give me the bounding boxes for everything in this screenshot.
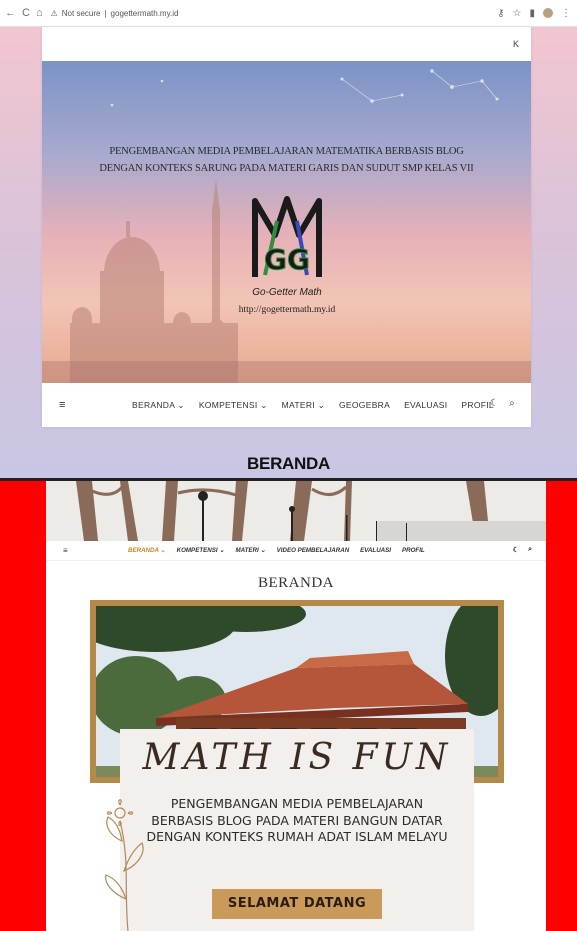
back-icon[interactable]: ← — [5, 7, 16, 19]
star-icon[interactable]: ☆ — [513, 8, 522, 19]
site2-nav-tools: ☾ ⌕ — [513, 546, 532, 554]
sidepanel-icon[interactable]: ▮ — [529, 8, 535, 19]
address-separator: | — [104, 8, 107, 18]
browser-nav: ← C ⌂ — [0, 7, 43, 19]
brand-name: Go-Getter Math — [252, 287, 322, 298]
nav-item-video-pembelajaran[interactable]: VIDEO PEMBELAJARAN — [277, 547, 350, 554]
home-icon[interactable]: ⌂ — [36, 7, 43, 19]
key-icon[interactable]: ⚷ — [497, 8, 504, 19]
site2-navigation: ≡ BERANDA ⌄ KOMPETENSI ⌄ MATERI ⌄ VIDEO … — [46, 541, 546, 561]
welcome-button[interactable]: SELAMAT DATANG — [212, 889, 382, 919]
search-icon[interactable]: ⌕ — [509, 398, 515, 409]
hero-title-line2: DENGAN KONTEKS SARUNG PADA MATERI GARIS … — [99, 163, 474, 174]
hero-title-line1: PENGEMBANGAN MEDIA PEMBELAJARAN MATEMATI… — [109, 146, 464, 157]
nav-item-kompetensi[interactable]: KOMPETENSI ⌄ — [199, 400, 268, 411]
browser-toolbar: ← C ⌂ ⚠ Not secure | gogettermath.my.id … — [0, 0, 577, 27]
main-navigation: ≡ BERANDA ⌄ KOMPETENSI ⌄ MATERI ⌄ GEOGEB… — [42, 383, 531, 427]
forest-header-image — [46, 481, 546, 541]
nav-item-beranda[interactable]: BERANDA ⌄ — [132, 400, 185, 411]
nav-item-profil[interactable]: PROFIL — [402, 547, 425, 554]
browser-actions: ⚷ ☆ ▮ ⋮ — [497, 8, 577, 19]
site-header: K — [42, 27, 531, 61]
avatar[interactable] — [543, 8, 553, 18]
script-title: MATH IS FUN — [142, 737, 452, 778]
nav-items: BERANDA ⌄ KOMPETENSI ⌄ MATERI ⌄ GEOGEBRA… — [132, 400, 494, 411]
warning-icon[interactable]: ⚠ — [51, 9, 58, 18]
dark-mode-icon[interactable]: ☾ — [513, 546, 519, 554]
top-screenshot: ← C ⌂ ⚠ Not secure | gogettermath.my.id … — [0, 0, 577, 481]
nav-item-evaluasi[interactable]: EVALUASI — [404, 400, 447, 411]
site-description: PENGEMBANGAN MEDIA PEMBELAJARAN BERBASIS… — [146, 796, 448, 844]
welcome-panel: MATH IS FUN PENGEMBANGAN MEDIA PEMBELAJA… — [120, 729, 474, 931]
hamburger-icon[interactable]: ≡ — [63, 546, 68, 555]
nav-tools: ☾ ⌕ — [490, 398, 515, 409]
site2-nav-items: BERANDA ⌄ KOMPETENSI ⌄ MATERI ⌄ VIDEO PE… — [128, 547, 425, 554]
nav-item-materi[interactable]: MATERI ⌄ — [282, 400, 325, 411]
reload-icon[interactable]: C — [22, 7, 30, 19]
search-icon[interactable]: ⌕ — [528, 546, 532, 554]
hero-title: PENGEMBANGAN MEDIA PEMBELAJARAN MATEMATI… — [82, 143, 491, 177]
site-url[interactable]: http://gogettermath.my.id — [202, 305, 372, 315]
section-caption: BERANDA — [247, 454, 330, 473]
logo-text: GG — [264, 243, 310, 276]
kebab-menu-icon[interactable]: ⋮ — [561, 8, 571, 19]
floral-decoration-icon — [105, 799, 144, 931]
hero-banner: PENGEMBANGAN MEDIA PEMBELAJARAN MATEMATI… — [42, 61, 531, 383]
gg-logo-icon: GG — [252, 196, 322, 277]
nav-item-evaluasi[interactable]: EVALUASI — [360, 547, 391, 554]
bottom-screenshot: ≡ BERANDA ⌄ KOMPETENSI ⌄ MATERI ⌄ VIDEO … — [0, 481, 577, 931]
dark-mode-icon[interactable]: ☾ — [490, 398, 499, 409]
site2-page: ≡ BERANDA ⌄ KOMPETENSI ⌄ MATERI ⌄ VIDEO … — [46, 481, 546, 931]
nav-item-materi[interactable]: MATERI ⌄ — [235, 547, 265, 554]
hamburger-icon[interactable]: ≡ — [59, 399, 66, 411]
address-bar[interactable]: ⚠ Not secure | gogettermath.my.id — [51, 9, 179, 18]
page-title: BERANDA — [257, 575, 334, 591]
nav-item-beranda[interactable]: BERANDA ⌄ — [128, 547, 166, 554]
nav-item-kompetensi[interactable]: KOMPETENSI ⌄ — [177, 547, 225, 554]
security-label: Not secure — [61, 8, 101, 18]
nav-item-geogebra[interactable]: GEOGEBRA — [339, 400, 390, 411]
site-card: K PENGEMBANGAN MEDIA PEMBELAJARAN MATEMA… — [42, 27, 531, 427]
header-tool-icon[interactable]: K — [513, 39, 519, 49]
address-url[interactable]: gogettermath.my.id — [111, 9, 179, 18]
